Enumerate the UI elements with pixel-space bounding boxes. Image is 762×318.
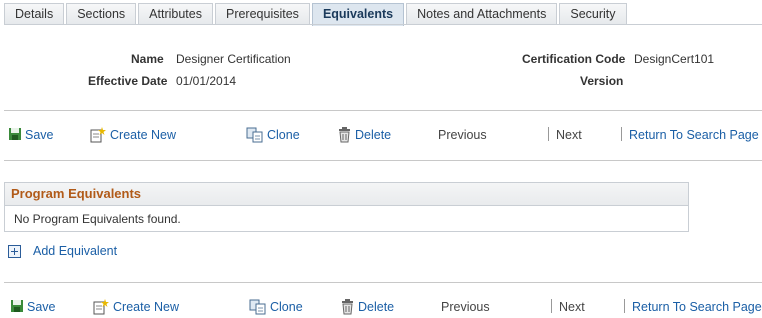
- certification-code-value: DesignCert101: [634, 52, 715, 66]
- effective-date-value: 01/01/2014: [176, 74, 237, 88]
- save-icon: [10, 299, 24, 315]
- next-button[interactable]: Next: [556, 124, 582, 146]
- tab-details[interactable]: Details: [4, 3, 65, 24]
- separator: [621, 127, 622, 141]
- trash-icon: [338, 127, 352, 143]
- add-equivalent-label: Add Equivalent: [33, 244, 118, 258]
- clone-icon: [249, 299, 267, 315]
- save-button[interactable]: Save: [8, 124, 54, 146]
- tab-bar: Details Sections Attributes Prerequisite…: [4, 3, 629, 26]
- tab-notes-and-attachments[interactable]: Notes and Attachments: [406, 3, 558, 24]
- tab-security[interactable]: Security: [559, 3, 627, 24]
- tab-attributes[interactable]: Attributes: [138, 3, 213, 24]
- toolbar-top: Save Create New Clone Delete Previous Ne…: [0, 124, 762, 146]
- next-label: Next: [559, 300, 585, 314]
- version-label: Version: [580, 74, 624, 88]
- create-new-label: Create New: [110, 128, 176, 142]
- tab-equivalents[interactable]: Equivalents: [311, 3, 405, 26]
- return-to-search-link[interactable]: Return To Search Page: [632, 296, 762, 318]
- return-to-search-label: Return To Search Page: [632, 300, 762, 314]
- delete-label: Delete: [355, 128, 392, 142]
- program-equivalents-grid: Program Equivalents No Program Equivalen…: [4, 182, 689, 232]
- return-to-search-label: Return To Search Page: [629, 128, 759, 142]
- previous-label: Previous: [438, 128, 487, 142]
- tab-divider: [4, 24, 762, 25]
- trash-icon: [341, 299, 355, 315]
- add-equivalent-link[interactable]: Add Equivalent: [8, 244, 117, 258]
- program-equivalents-empty-message: No Program Equivalents found.: [14, 212, 181, 226]
- separator: [551, 299, 552, 313]
- create-new-button[interactable]: Create New: [93, 296, 179, 318]
- certification-code-label: Certification Code: [522, 52, 626, 66]
- save-icon: [8, 127, 22, 143]
- separator: [624, 299, 625, 313]
- plus-icon: [8, 244, 21, 258]
- save-label: Save: [25, 128, 54, 142]
- clone-button[interactable]: Clone: [246, 124, 300, 146]
- name-value: Designer Certification: [176, 52, 291, 66]
- tab-prerequisites[interactable]: Prerequisites: [214, 3, 310, 24]
- return-to-search-link[interactable]: Return To Search Page: [629, 124, 759, 146]
- next-label: Next: [556, 128, 582, 142]
- name-label: Name: [131, 52, 164, 66]
- previous-button[interactable]: Previous: [438, 124, 487, 146]
- delete-button[interactable]: Delete: [341, 296, 394, 318]
- previous-label: Previous: [441, 300, 490, 314]
- clone-label: Clone: [270, 300, 303, 314]
- save-label: Save: [27, 300, 56, 314]
- clone-label: Clone: [267, 128, 300, 142]
- previous-button[interactable]: Previous: [441, 296, 490, 318]
- toolbar-bottom: Save Create New Clone Delete Previous Ne…: [0, 296, 762, 318]
- divider: [4, 282, 762, 283]
- create-new-label: Create New: [113, 300, 179, 314]
- effective-date-label: Effective Date: [88, 74, 168, 88]
- delete-label: Delete: [358, 300, 395, 314]
- save-button[interactable]: Save: [10, 296, 56, 318]
- next-button[interactable]: Next: [559, 296, 585, 318]
- program-equivalents-title: Program Equivalents: [5, 183, 688, 206]
- clone-icon: [246, 127, 264, 143]
- tab-sections[interactable]: Sections: [66, 3, 137, 24]
- create-new-icon: [90, 127, 107, 143]
- divider: [4, 110, 762, 111]
- create-new-icon: [93, 299, 110, 315]
- delete-button[interactable]: Delete: [338, 124, 391, 146]
- create-new-button[interactable]: Create New: [90, 124, 176, 146]
- separator: [548, 127, 549, 141]
- divider: [4, 160, 762, 161]
- clone-button[interactable]: Clone: [249, 296, 303, 318]
